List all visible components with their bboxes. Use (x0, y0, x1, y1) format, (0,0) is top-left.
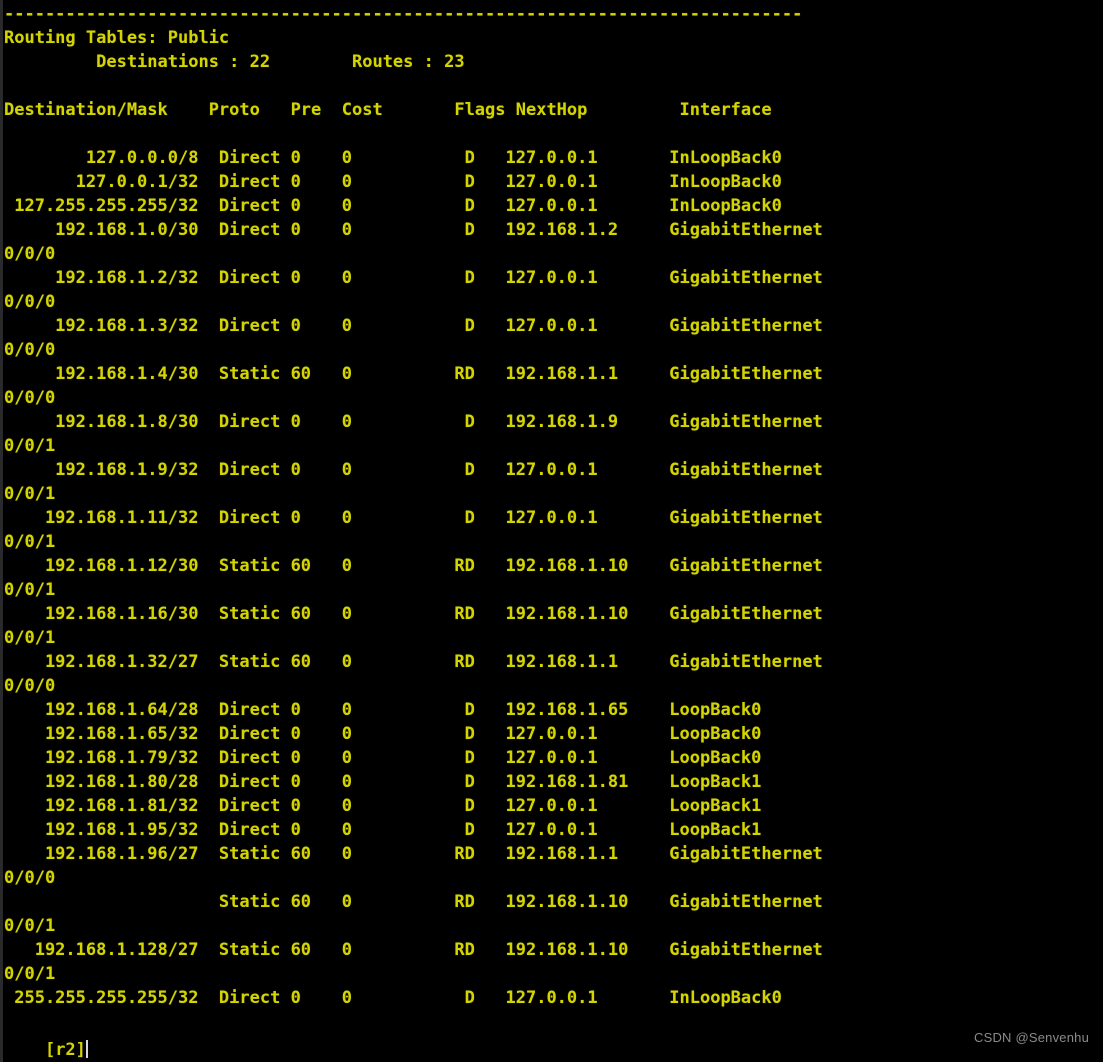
terminal-left-gutter (0, 0, 3, 1062)
command-prompt-line[interactable]: [r2] (4, 1014, 88, 1062)
routing-table-output: ----------------------------------------… (4, 4, 823, 1008)
terminal-window[interactable]: ----------------------------------------… (0, 0, 1103, 1062)
watermark-label: CSDN @Senvenhu (974, 1030, 1089, 1045)
text-cursor (85, 1040, 88, 1058)
prompt-label: [r2] (44, 1040, 86, 1060)
